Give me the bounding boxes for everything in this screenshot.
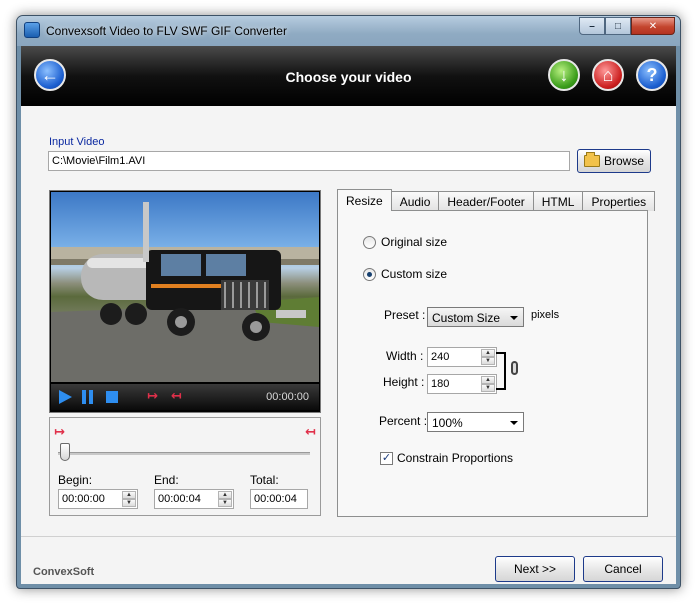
tab-header-footer[interactable]: Header/Footer [438,191,534,211]
video-preview: ↦ ↤ 00:00:00 [49,190,321,413]
header-bar: ← Choose your video ↓ ⌂ ? [21,46,676,106]
pixels-label: pixels [531,309,560,321]
download-arrow-icon: ↓ [559,64,569,85]
height-spinner[interactable]: ▲ ▼ [481,376,495,392]
mark-out-icon[interactable]: ↤ [171,388,185,403]
cancel-button[interactable]: Cancel [583,556,663,582]
custom-size-label: Custom size [381,267,448,281]
video-frame-image [51,192,319,382]
total-time-value: 00:00:04 [254,493,297,505]
original-size-label: Original size [381,235,448,249]
trim-start-marker-icon[interactable]: ↦ [54,424,65,440]
tab-resize[interactable]: Resize [337,189,392,211]
trim-slider-thumb[interactable] [60,443,70,461]
end-spinner[interactable]: ▲ ▼ [218,491,232,507]
app-icon [24,22,40,38]
total-label: Total: [250,473,279,487]
chevron-down-icon [510,316,518,320]
input-video-label: Input Video [49,136,105,148]
help-icon: ? [646,64,658,85]
trim-end-marker-icon[interactable]: ↤ [305,424,316,440]
trim-slider-track[interactable] [58,452,310,455]
height-label: Height : [383,375,425,389]
input-video-path-field[interactable]: C:\Movie\Film1.AVI [48,151,570,171]
original-size-option[interactable]: Original size [363,235,447,249]
end-label: End: [154,473,179,487]
help-button[interactable]: ? [636,59,668,91]
trim-panel: ↦ ↤ Begin: End: Total: 00:00:00 ▲ ▼ 00:00… [49,417,321,516]
total-time-field: 00:00:04 [250,489,308,509]
width-value: 240 [431,351,450,363]
preset-label: Preset : [384,308,426,322]
original-size-radio[interactable] [363,235,376,249]
begin-spinner[interactable]: ▲ ▼ [122,491,136,507]
width-spinner[interactable]: ▲ ▼ [481,349,495,365]
app-window: Convexsoft Video to FLV SWF GIF Converte… [16,15,681,589]
percent-value: 100% [432,416,463,430]
player-controls: ↦ ↤ 00:00:00 [51,384,319,410]
tab-properties[interactable]: Properties [582,191,656,211]
footer-divider [21,536,676,537]
browse-button-label: Browse [603,154,644,168]
begin-time-value: 00:00:00 [62,493,105,505]
height-value: 180 [431,378,450,390]
width-field[interactable]: 240 ▲ ▼ [427,347,497,367]
title-bar[interactable]: Convexsoft Video to FLV SWF GIF Converte… [17,16,680,46]
window-controls: – □ ✕ [579,17,675,35]
play-icon[interactable] [59,390,72,404]
custom-size-option[interactable]: Custom size [363,267,447,281]
percent-label: Percent : [379,414,428,428]
home-button[interactable]: ⌂ [592,59,624,91]
download-button[interactable]: ↓ [548,59,580,91]
constrain-proportions-option[interactable]: ✓ Constrain Proportions [380,451,513,465]
truck-preview-illustration [51,202,319,382]
tab-audio[interactable]: Audio [390,191,440,211]
folder-icon [583,152,600,167]
end-time-value: 00:00:04 [158,493,201,505]
browse-button[interactable]: Browse [577,149,651,173]
next-button[interactable]: Next >> [495,556,575,582]
begin-time-field[interactable]: 00:00:00 ▲ ▼ [58,489,138,509]
settings-tabs: Resize Audio Header/Footer HTML Properti… [337,189,656,211]
preset-value: Custom Size [432,311,501,325]
resize-panel: Original size Custom size Preset : Custo… [337,210,648,517]
height-field[interactable]: 180 ▲ ▼ [427,374,497,394]
window-title: Convexsoft Video to FLV SWF GIF Converte… [46,24,287,38]
maximize-button[interactable]: □ [605,17,631,35]
end-time-field[interactable]: 00:00:04 ▲ ▼ [154,489,234,509]
width-label: Width : [386,349,424,363]
close-button[interactable]: ✕ [631,17,675,35]
main-content: Input Video C:\Movie\Film1.AVI Browse ↦ … [21,106,676,584]
link-icon[interactable] [511,361,518,375]
stop-icon[interactable] [106,391,118,403]
mark-in-icon[interactable]: ↦ [147,388,161,403]
percent-dropdown[interactable]: 100% [427,412,524,432]
pause-icon[interactable] [82,390,96,404]
tab-html[interactable]: HTML [532,191,584,211]
player-time-display: 00:00:00 [266,391,309,403]
custom-size-radio[interactable] [363,267,376,281]
aspect-bracket [496,352,506,390]
preset-dropdown[interactable]: Custom Size [427,307,524,327]
home-icon: ⌂ [602,64,614,85]
brand-label: ConvexSoft [33,566,95,578]
begin-label: Begin: [58,473,93,487]
constrain-proportions-label: Constrain Proportions [397,451,514,465]
constrain-proportions-checkbox[interactable]: ✓ [380,451,393,465]
chevron-down-icon [510,421,518,425]
minimize-button[interactable]: – [579,17,605,35]
